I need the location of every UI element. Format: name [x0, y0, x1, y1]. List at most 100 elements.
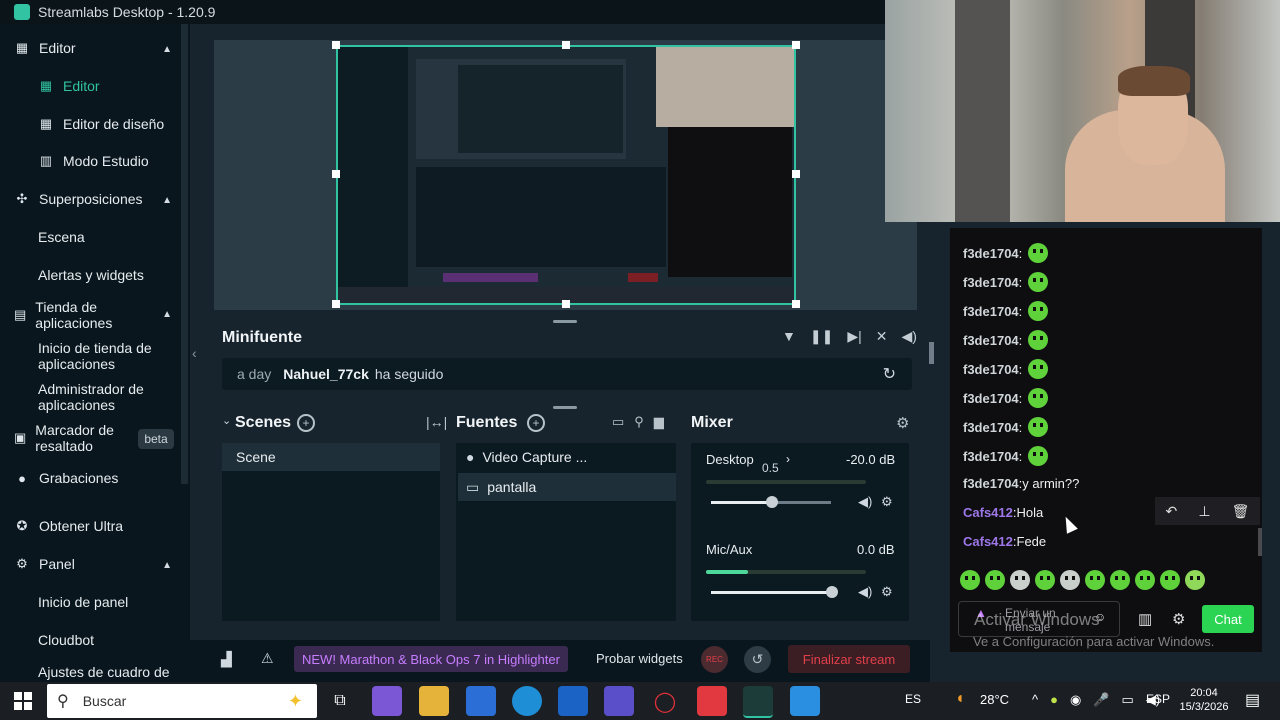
drag-handle[interactable] [553, 320, 577, 323]
sidebar-item-layout-editor[interactable]: ▦ Editor de diseño [38, 116, 164, 132]
resize-handle[interactable] [332, 41, 340, 49]
volume-icon[interactable]: ◀) [901, 328, 916, 345]
sidebar-section-panel[interactable]: ⚙ Panel [14, 556, 75, 572]
tray-app-icon[interactable]: ● [1050, 692, 1058, 708]
chat-message[interactable]: f3de1704: [963, 446, 1049, 466]
notifications-icon[interactable]: ▤ [1245, 690, 1260, 710]
chat-send-button[interactable]: Chat [1202, 605, 1254, 633]
undo-icon[interactable]: ↶ [1166, 503, 1178, 520]
gear-icon[interactable]: ⚙ [896, 414, 909, 432]
language-left[interactable]: ES [905, 692, 921, 706]
add-scene-button[interactable]: + [297, 414, 315, 432]
chevron-up-icon[interactable]: ▲ [162, 309, 172, 320]
scene-item[interactable]: Scene [222, 443, 440, 471]
gear-icon[interactable]: ⚙ [881, 494, 893, 510]
chevron-up-icon[interactable]: ▲ [162, 44, 172, 55]
chat-username[interactable]: f3de1704 [963, 333, 1019, 348]
minifeed-scrollbar[interactable] [929, 342, 934, 364]
chat-username[interactable]: Cafs412 [963, 505, 1013, 520]
replay-buffer-icon[interactable]: ↺ [744, 646, 771, 673]
tray-app-icon[interactable]: ◉ [1070, 692, 1081, 708]
task-view-icon[interactable]: ⧉ [325, 686, 355, 716]
test-widgets-button[interactable]: Probar widgets [596, 651, 683, 666]
record-button[interactable]: REC [701, 646, 728, 673]
pin-icon[interactable]: ⊥ [1198, 503, 1210, 520]
resize-handle[interactable] [792, 170, 800, 178]
speaker-icon[interactable]: ◀) [858, 494, 872, 510]
chat-username[interactable]: f3de1704 [963, 391, 1019, 406]
store-icon[interactable]: ▥ [1138, 610, 1152, 628]
chevron-down-icon[interactable]: ⌄ [222, 414, 231, 427]
alert-icon[interactable]: ⚠ [261, 650, 274, 667]
sidebar-section-ultra[interactable]: ✪ Obtener Ultra [14, 518, 124, 534]
source-item-display[interactable]: ▭ pantalla [458, 473, 676, 501]
temperature[interactable]: 28°C [980, 692, 1009, 707]
end-stream-button[interactable]: Finalizar stream [788, 645, 910, 673]
sidebar-item-editor[interactable]: ▦ Editor [38, 78, 100, 94]
chat-message[interactable]: f3de1704: [963, 417, 1049, 437]
pause-icon[interactable]: ❚❚ [810, 328, 833, 345]
chat-message[interactable]: f3de1704: [963, 330, 1049, 350]
chevron-left-icon[interactable]: ‹ [192, 345, 197, 361]
emote-icon[interactable] [1185, 570, 1205, 590]
app-icon[interactable] [790, 686, 820, 716]
chat-username[interactable]: f3de1704 [963, 304, 1019, 319]
edge-icon[interactable] [512, 686, 542, 716]
gear-icon[interactable]: ⚙ [1172, 610, 1185, 628]
chat-username[interactable]: f3de1704 [963, 449, 1019, 464]
chevron-up-icon[interactable]: ▲ [162, 560, 172, 571]
sidebar-item-alerts[interactable]: Alertas y widgets [38, 267, 144, 283]
taskbar-search-box[interactable]: ⚲ Buscar ✦ [47, 684, 317, 718]
emote-icon[interactable] [1110, 570, 1130, 590]
sidebar-section-recordings[interactable]: ● Grabaciones [14, 470, 118, 486]
chat-message[interactable]: f3de1704: [963, 243, 1049, 263]
sidebar-item-studio-mode[interactable]: ▥ Modo Estudio [38, 153, 149, 169]
sidebar-item-panel-home[interactable]: Inicio de panel [38, 594, 128, 610]
sidebar-section-store[interactable]: ▤ Tienda de aplicaciones [14, 299, 124, 331]
chat-username[interactable]: f3de1704 [963, 476, 1019, 491]
clock[interactable]: 20:04 15/3/2026 [1179, 686, 1229, 714]
filter-icon[interactable]: ▼ [782, 328, 796, 345]
highlighter-banner[interactable]: NEW! Marathon & Black Ops 7 in Highlight… [294, 646, 568, 672]
network-icon[interactable]: ▭ [1122, 692, 1134, 708]
sidebar-section-editor[interactable]: ▦ Editor [14, 40, 76, 56]
resize-handle[interactable] [562, 300, 570, 308]
copilot-icon[interactable] [372, 686, 402, 716]
event-user[interactable]: Nahuel_77ck [283, 366, 369, 382]
microphone-icon[interactable]: 🎤 [1093, 692, 1109, 708]
sidebar-item-frame-settings[interactable]: Ajustes de cuadro de [38, 664, 170, 680]
emote-icon[interactable] [1160, 570, 1180, 590]
windows-start-icon[interactable] [14, 692, 32, 710]
chat-username[interactable]: f3de1704 [963, 362, 1019, 377]
chat-message[interactable]: Cafs412: Fede [963, 534, 1046, 549]
skip-icon[interactable]: ▶| [847, 328, 861, 345]
emote-icon[interactable] [1060, 570, 1080, 590]
emote-icon[interactable] [1085, 570, 1105, 590]
sidebar-item-scene[interactable]: Escena [38, 229, 85, 245]
emote-icon[interactable] [960, 570, 980, 590]
sidebar-item-store-home[interactable]: Inicio de tienda de aplicaciones [38, 340, 168, 372]
app-icon[interactable] [604, 686, 634, 716]
chat-username[interactable]: Cafs412 [963, 534, 1013, 549]
sidebar-item-cloudbot[interactable]: Cloudbot [38, 632, 94, 648]
source-item-video-capture[interactable]: ● Video Capture ... [458, 443, 676, 471]
resize-handle[interactable] [562, 41, 570, 49]
chat-scrollbar[interactable] [1258, 528, 1262, 556]
screenshot-icon[interactable]: ▭ [612, 414, 624, 430]
replay-icon[interactable]: ↻ [883, 364, 896, 384]
add-source-button[interactable]: + [527, 414, 545, 432]
emote-icon[interactable] [1135, 570, 1155, 590]
drag-handle[interactable] [553, 406, 577, 409]
trash-icon[interactable]: 🗑 [1232, 503, 1250, 520]
chat-message[interactable]: f3de1704: [963, 272, 1049, 292]
resize-handle[interactable] [332, 170, 340, 178]
emote-icon[interactable] [1010, 570, 1030, 590]
file-explorer-icon[interactable] [419, 686, 449, 716]
outlook-icon[interactable] [558, 686, 588, 716]
folder-icon[interactable]: ▆ [654, 414, 664, 430]
chat-username[interactable]: f3de1704 [963, 420, 1019, 435]
chevron-up-icon[interactable]: ^ [1032, 692, 1038, 708]
sidebar-section-overlays[interactable]: ✣ Superposiciones [14, 191, 143, 207]
chevron-up-icon[interactable]: ▲ [162, 195, 172, 206]
input-language[interactable]: ESP [1146, 692, 1170, 706]
